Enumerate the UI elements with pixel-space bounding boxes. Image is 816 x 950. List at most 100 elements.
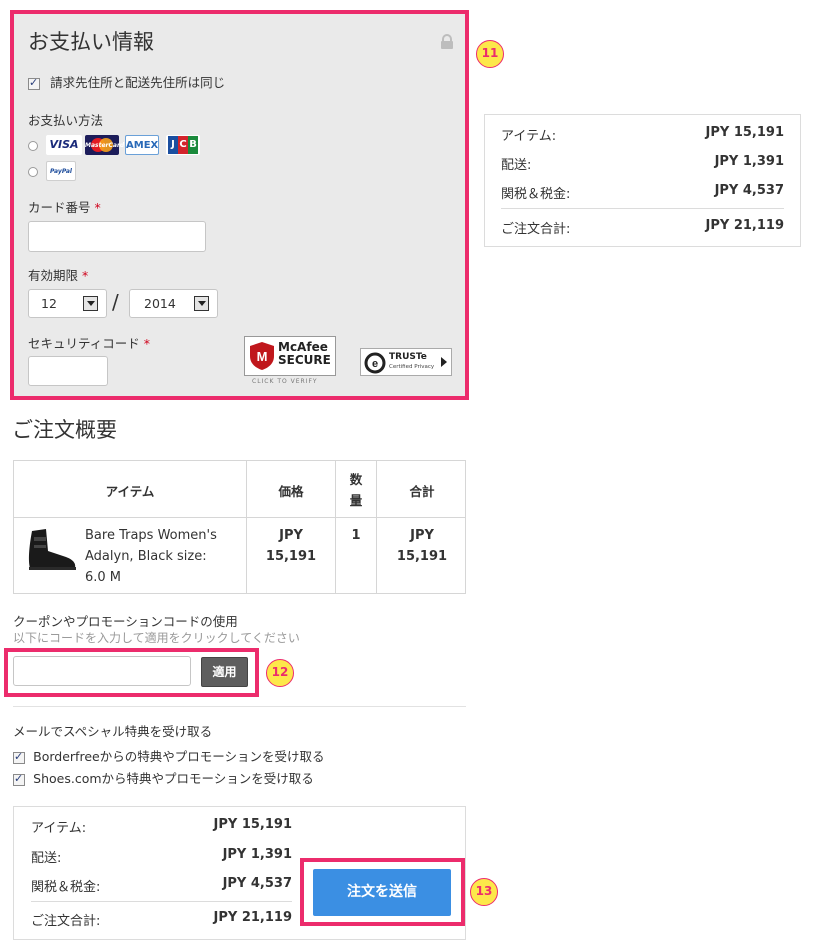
summary-label: ご注文合計: xyxy=(31,914,101,929)
expiry-separator: / xyxy=(112,290,119,314)
mastercard-logo: MasterCard xyxy=(85,135,124,155)
summary-row-items: アイテム: JPY 15,191 xyxy=(31,817,292,837)
annotation-badge-11: 11 xyxy=(476,40,504,68)
borderfree-option-label: Borderfreeからの特典やプロモーションを受け取る xyxy=(33,749,325,764)
email-option-borderfree[interactable]: Borderfreeからの特典やプロモーションを受け取る xyxy=(13,746,324,765)
card-number-label: カード番号 * xyxy=(28,197,101,216)
summary-value: JPY 15,191 xyxy=(213,817,292,832)
svg-text:M: M xyxy=(257,349,268,364)
summary-row-shipping: 配送: JPY 1,391 xyxy=(501,154,784,174)
mcafee-line2: SECURE xyxy=(278,353,331,367)
shoe-thumbnail xyxy=(28,529,76,570)
table-divider xyxy=(14,517,465,518)
order-summary-title: ご注文概要 xyxy=(12,418,117,442)
submit-order-button[interactable]: 注文を送信 xyxy=(313,869,451,916)
item-total-line: JPY xyxy=(410,528,434,543)
coupon-title: クーポンやプロモーションコードの使用 xyxy=(13,614,238,629)
item-name-line: Adalyn, Black size: xyxy=(85,549,207,564)
coupon-code-input[interactable] xyxy=(13,656,191,686)
same-address-checkbox[interactable] xyxy=(28,76,40,90)
summary-divider xyxy=(31,901,292,902)
annotation-badge-12: 12 xyxy=(266,659,294,687)
visa-logo: VISA xyxy=(46,135,82,155)
summary-value: JPY 4,537 xyxy=(714,183,784,198)
summary-value: JPY 21,119 xyxy=(705,218,784,233)
chevron-down-icon xyxy=(194,296,209,311)
lock-icon xyxy=(440,34,454,54)
expiry-year-value: 2014 xyxy=(144,296,176,311)
section-divider xyxy=(13,706,466,707)
paypal-radio[interactable] xyxy=(28,167,38,177)
payment-info-panel: お支払い情報 請求先住所と配送先住所は同じ お支払い方法 VISA Master… xyxy=(10,10,469,400)
summary-label: アイテム: xyxy=(501,129,557,144)
order-table: アイテム 価格 数 量 合計 Bare Traps Women's Adalyn… xyxy=(13,460,466,594)
payment-method-label: お支払い方法 xyxy=(28,113,104,128)
summary-row-total: ご注文合計: JPY 21,119 xyxy=(501,218,784,238)
mastercard-text: MasterCard xyxy=(85,142,125,149)
card-number-label-text: カード番号 xyxy=(28,200,91,215)
item-name: Bare Traps Women's Adalyn, Black size: 6… xyxy=(85,525,217,588)
shoes-checkbox[interactable] xyxy=(13,772,25,786)
summary-value: JPY 1,391 xyxy=(714,154,784,169)
security-code-label-text: セキュリティコード xyxy=(28,336,140,351)
summary-row-duties: 関税＆税金: JPY 4,537 xyxy=(31,876,292,896)
summary-row-total: ご注文合計: JPY 21,119 xyxy=(31,910,292,930)
summary-row-duties: 関税＆税金: JPY 4,537 xyxy=(501,183,784,203)
item-price: JPY 15,191 xyxy=(247,525,335,567)
shoes-option-label: Shoes.comから特典やプロモーションを受け取る xyxy=(33,771,314,786)
item-name-line: 6.0 M xyxy=(85,570,122,585)
header-qty-2: 量 xyxy=(349,493,363,508)
card-radio[interactable] xyxy=(28,141,38,151)
summary-label: アイテム: xyxy=(31,821,87,836)
header-item: アイテム xyxy=(105,484,155,499)
truste-badge[interactable]: e TRUSTe Certified Privacy xyxy=(360,348,452,376)
summary-value: JPY 21,119 xyxy=(213,910,292,925)
card-number-input[interactable] xyxy=(28,221,206,252)
item-total-line: 15,191 xyxy=(396,549,448,564)
summary-value: JPY 15,191 xyxy=(705,125,784,140)
summary-label: 関税＆税金: xyxy=(31,880,101,895)
summary-value: JPY 4,537 xyxy=(222,876,292,891)
expiry-label: 有効期限 * xyxy=(28,265,88,284)
summary-divider xyxy=(501,208,784,209)
expiry-month-value: 12 xyxy=(41,296,57,311)
expiry-year-select[interactable]: 2014 xyxy=(129,289,218,318)
security-code-input[interactable] xyxy=(28,356,108,386)
mcafee-shield-icon: M xyxy=(250,342,274,370)
summary-label: 関税＆税金: xyxy=(501,187,571,202)
email-offers-title: メールでスペシャル特典を受け取る xyxy=(13,724,213,739)
item-price-line: 15,191 xyxy=(265,549,317,564)
borderfree-checkbox[interactable] xyxy=(13,750,25,764)
security-code-label: セキュリティコード * xyxy=(28,333,150,352)
header-price: 価格 xyxy=(278,484,304,499)
payment-title: お支払い情報 xyxy=(28,30,154,54)
summary-label: ご注文合計: xyxy=(501,222,571,237)
summary-label: 配送: xyxy=(501,158,532,173)
chevron-down-icon xyxy=(83,296,98,311)
required-mark: * xyxy=(82,268,89,283)
email-option-shoes[interactable]: Shoes.comから特典やプロモーションを受け取る xyxy=(13,768,314,787)
play-arrow-icon xyxy=(441,357,447,367)
coupon-hint: 以下にコードを入力して適用をクリックしてください xyxy=(13,631,300,645)
same-address-label: 請求先住所と配送先住所は同じ xyxy=(50,75,226,90)
truste-subtitle: Certified Privacy xyxy=(389,364,435,370)
expiry-month-select[interactable]: 12 xyxy=(28,289,107,318)
item-name-line: Bare Traps Women's xyxy=(85,528,217,543)
paypal-logo: PayPal xyxy=(46,161,76,181)
annotation-badge-13: 13 xyxy=(470,878,498,906)
jcb-logo: JCB xyxy=(166,135,200,155)
same-address-row[interactable]: 請求先住所と配送先住所は同じ xyxy=(28,72,225,91)
item-total: JPY 15,191 xyxy=(377,525,467,567)
header-qty-1: 数 xyxy=(349,472,363,487)
header-total: 合計 xyxy=(409,484,435,499)
mcafee-verify-text: CLICK TO VERIFY xyxy=(252,378,318,385)
item-price-line: JPY xyxy=(279,528,303,543)
summary-value: JPY 1,391 xyxy=(222,847,292,862)
truste-title: TRUSTe xyxy=(389,352,427,362)
truste-logo-icon: e xyxy=(364,352,386,374)
svg-text:e: e xyxy=(372,358,378,370)
apply-coupon-button[interactable]: 適用 xyxy=(201,657,248,687)
required-mark: * xyxy=(94,200,101,215)
mcafee-text: McAfee SECURE xyxy=(278,341,331,367)
mcafee-secure-badge[interactable]: M McAfee SECURE CLICK TO VERIFY xyxy=(244,336,336,386)
